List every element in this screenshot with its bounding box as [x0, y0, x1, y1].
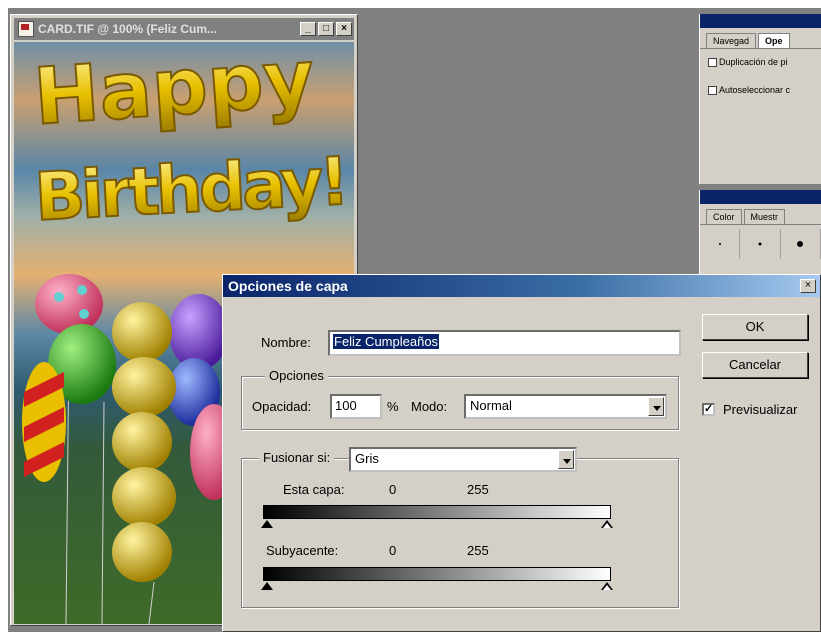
dropdown-arrow-icon[interactable] [648, 397, 664, 416]
tab-swatches[interactable]: Muestr [743, 209, 786, 224]
blend-if-value: Gris [355, 451, 379, 466]
checkbox-duplicate[interactable] [708, 57, 717, 67]
underlying-min: 0 [389, 543, 397, 558]
mode-value: Normal [470, 398, 512, 413]
duplicate-option[interactable]: Duplicación de pi [708, 57, 821, 67]
opacity-label: Opacidad: [252, 399, 312, 414]
tab-color[interactable]: Color [706, 209, 742, 224]
close-icon[interactable]: × [800, 279, 816, 293]
tab-options[interactable]: Ope [758, 33, 790, 48]
this-layer-min: 0 [389, 482, 397, 497]
name-label: Nombre: [261, 335, 311, 350]
minimize-icon[interactable]: _ [300, 22, 316, 36]
layer-options-dialog: Opciones de capa × Nombre: Feliz Cumplea… [222, 274, 821, 632]
panel-tabs: Navegad Ope [700, 28, 821, 49]
color-panel: Color Muestr [699, 190, 821, 280]
opacity-unit: % [387, 399, 399, 414]
brush-medium[interactable] [740, 229, 781, 259]
mode-label: Modo: [411, 399, 448, 414]
color-panel-title-bar[interactable] [700, 190, 821, 204]
opacity-input[interactable]: 100 [330, 394, 382, 419]
duplicate-label: Duplicación de pi [719, 57, 788, 67]
slider-triangle-icon[interactable] [601, 582, 613, 590]
panel-title-bar[interactable] [700, 14, 821, 28]
dialog-title: Opciones de capa [228, 278, 348, 294]
canvas-text-happy: Happy [31, 42, 317, 143]
dropdown-arrow-icon[interactable] [558, 450, 574, 469]
brush-small[interactable] [700, 229, 741, 259]
blend-if-select[interactable]: Gris [349, 447, 577, 472]
ok-button[interactable]: OK [702, 314, 808, 340]
underlying-gradient-bar [263, 567, 611, 581]
cancel-button[interactable]: Cancelar [702, 352, 808, 378]
brush-large[interactable] [781, 229, 821, 259]
dialog-title-bar[interactable]: Opciones de capa × [223, 275, 820, 297]
brush-swatches [700, 229, 821, 259]
mode-select[interactable]: Normal [464, 394, 667, 419]
this-layer-gradient-bar [263, 505, 611, 519]
autoselect-label: Autoseleccionar c [719, 85, 791, 95]
blend-if-label: Fusionar si: [259, 450, 335, 465]
this-layer-max: 255 [467, 482, 489, 497]
document-title-bar[interactable]: CARD.TIF @ 100% (Feliz Cum... _ □ × [14, 18, 354, 40]
options-group-label: Opciones [265, 368, 328, 383]
name-input[interactable]: Feliz Cumpleaños [328, 330, 681, 356]
name-value: Feliz Cumpleaños [333, 334, 440, 349]
document-title: CARD.TIF @ 100% (Feliz Cum... [38, 22, 218, 36]
color-panel-tabs: Color Muestr [700, 204, 821, 225]
striped-balloon [22, 362, 66, 482]
close-icon[interactable]: × [336, 22, 352, 36]
twisted-gold-balloon [112, 302, 176, 582]
underlying-max: 255 [467, 543, 489, 558]
slider-triangle-icon[interactable] [601, 520, 613, 528]
preview-checkbox[interactable]: ✓ [702, 403, 715, 416]
photoshop-doc-icon [18, 21, 34, 37]
tab-navigator[interactable]: Navegad [706, 33, 757, 48]
slider-triangle-icon[interactable] [261, 520, 273, 528]
this-layer-label: Esta capa: [283, 482, 345, 497]
autoselect-option[interactable]: Autoseleccionar c [708, 85, 821, 95]
options-panel: Navegad Ope Duplicación de pi Autoselecc… [699, 14, 821, 184]
underlying-label: Subyacente: [266, 543, 339, 558]
preview-label: Previsualizar [723, 402, 798, 417]
checkbox-autoselect[interactable] [708, 85, 717, 95]
canvas-text-birthday: Birthday! [33, 143, 352, 236]
checkmark-icon: ✓ [704, 403, 714, 415]
maximize-icon[interactable]: □ [318, 22, 334, 36]
blend-if-group [241, 458, 679, 608]
slider-triangle-icon[interactable] [261, 582, 273, 590]
